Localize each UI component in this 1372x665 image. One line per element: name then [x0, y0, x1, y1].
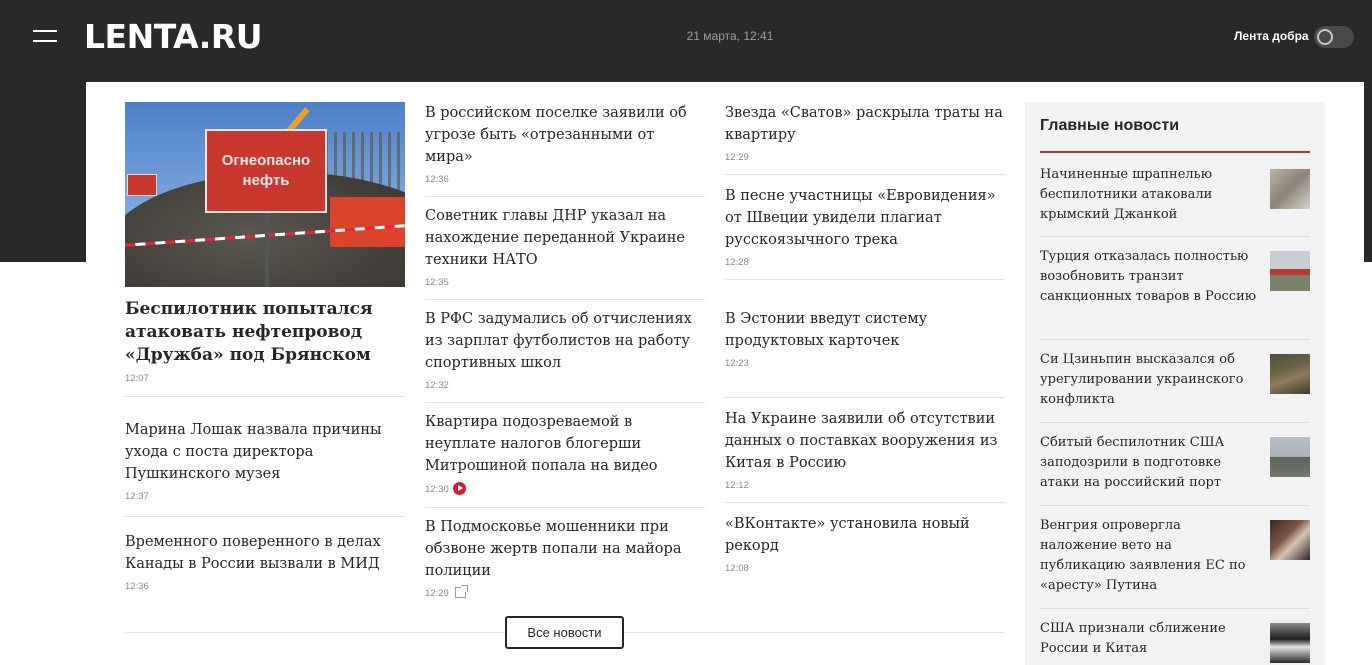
news-time: 12:32 — [425, 380, 449, 391]
news-thumbnail[interactable] — [1270, 354, 1310, 394]
news-time: 12:30 — [425, 484, 449, 496]
news-title[interactable]: В песне участницы «Евровидения» от Швеци… — [725, 185, 1005, 251]
hero-title[interactable]: Беспилотник попытался атаковать нефтепро… — [125, 298, 405, 367]
news-time: 12:29 — [725, 152, 749, 163]
divider — [425, 196, 705, 197]
news-time: 12:36 — [125, 581, 149, 592]
top-news-item[interactable]: Сбитый беспилотник США заподозрили в под… — [1040, 423, 1310, 506]
news-time: 12:07 — [125, 373, 149, 384]
divider — [425, 299, 705, 300]
list-item[interactable]: В Подмосковье мошенники при обзвоне жерт… — [425, 516, 705, 610]
list-item[interactable]: Марина Лошак назвала причины ухода с пос… — [125, 419, 405, 502]
news-time: 12:36 — [425, 174, 449, 185]
news-title[interactable]: «ВКонтакте» установила новый рекорд — [725, 513, 1005, 557]
top-news-title[interactable]: Венгрия опровергла наложение вето на пуб… — [1040, 516, 1260, 608]
divider — [125, 516, 405, 517]
news-time: 12:08 — [725, 563, 749, 574]
top-news-title[interactable]: Турция отказалась полностью возобновить … — [1040, 247, 1260, 339]
toggle-knob-icon — [1317, 29, 1333, 45]
external-link-icon — [454, 585, 468, 598]
divider — [725, 279, 1005, 280]
all-news-button[interactable]: Все новости — [505, 616, 624, 649]
top-news-title[interactable]: Сбитый беспилотник США заподозрили в под… — [1040, 433, 1260, 505]
news-time: 12:12 — [725, 480, 749, 491]
top-news-item[interactable]: США признали сближение России и Китая — [1040, 609, 1310, 665]
top-news-title[interactable]: США признали сближение России и Китая — [1040, 619, 1260, 665]
site-logo[interactable]: LENTA.RU — [84, 17, 263, 57]
news-title[interactable]: В российском поселке заявили об угрозе б… — [425, 102, 705, 168]
divider — [725, 502, 1005, 503]
hero-image[interactable]: Огнеопасно нефть — [125, 102, 405, 287]
hero-image-sign: Огнеопасно нефть — [205, 129, 327, 213]
news-time: 12:37 — [125, 491, 149, 502]
divider — [125, 396, 405, 397]
news-time: 12:29 — [425, 588, 449, 600]
site-header: LENTA.RU 21 марта, 12:41 Лента добра — [0, 0, 1372, 82]
news-title[interactable]: На Украине заявили об отсутствии данных … — [725, 408, 1005, 474]
news-time: 12:28 — [725, 257, 749, 268]
news-thumbnail[interactable] — [1270, 169, 1310, 209]
list-item[interactable]: В Эстонии введут систему продуктовых кар… — [725, 308, 1005, 397]
list-item[interactable]: Квартира подозреваемой в неуплате налого… — [425, 411, 705, 507]
news-title[interactable]: В РФС задумались об отчислениях из зарпл… — [425, 308, 705, 374]
list-item[interactable]: В российском поселке заявили об угрозе б… — [425, 102, 705, 196]
news-title[interactable]: Марина Лошак назвала причины ухода с пос… — [125, 419, 405, 485]
divider — [725, 397, 1005, 398]
divider — [425, 402, 705, 403]
news-time-row: 12:29 — [425, 585, 705, 600]
list-item[interactable]: В РФС задумались об отчислениях из зарпл… — [425, 308, 705, 402]
news-thumbnail[interactable] — [1270, 623, 1310, 663]
top-news-item[interactable]: Начиненные шрапнелью беспилотники атаков… — [1040, 153, 1310, 237]
divider — [725, 174, 1005, 175]
news-title[interactable]: Советник главы ДНР указал на нахождение … — [425, 205, 705, 271]
top-news-title[interactable]: Начиненные шрапнелью беспилотники атаков… — [1040, 165, 1260, 236]
top-news-sidebar: Главные новости Начиненные шрапнелью бес… — [1025, 102, 1325, 665]
news-title[interactable]: В Подмосковье мошенники при обзвоне жерт… — [425, 516, 705, 582]
news-time: 12:35 — [425, 277, 449, 288]
top-news-item[interactable]: Си Цзиньпин высказался об урегулировании… — [1040, 340, 1310, 423]
divider — [425, 507, 705, 508]
good-news-label: Лента добра — [1234, 29, 1309, 43]
news-thumbnail[interactable] — [1270, 520, 1310, 560]
top-news-title[interactable]: Си Цзиньпин высказался об урегулировании… — [1040, 350, 1260, 422]
list-item[interactable]: На Украине заявили об отсутствии данных … — [725, 408, 1005, 502]
hero-news[interactable]: Огнеопасно нефть Беспилотник попытался а… — [125, 102, 405, 384]
news-thumbnail[interactable] — [1270, 437, 1310, 477]
top-news-item[interactable]: Венгрия опровергла наложение вето на пуб… — [1040, 506, 1310, 609]
news-column-3: Звезда «Сватов» раскрыла траты на кварти… — [725, 102, 1005, 585]
news-time: 12:23 — [725, 358, 749, 369]
news-title[interactable]: Квартира подозреваемой в неуплате налого… — [425, 411, 705, 477]
news-title[interactable]: Звезда «Сватов» раскрыла траты на кварти… — [725, 102, 1005, 146]
list-item[interactable]: Звезда «Сватов» раскрыла траты на кварти… — [725, 102, 1005, 174]
news-column-2: В российском поселке заявили об угрозе б… — [425, 102, 705, 610]
sidebar-title: Главные новости — [1040, 102, 1310, 153]
news-time-row: 12:30 — [425, 482, 705, 496]
news-title[interactable]: Временного поверенного в делах Канады в … — [125, 531, 405, 575]
list-item[interactable]: Временного поверенного в делах Канады в … — [125, 531, 405, 592]
menu-icon[interactable] — [33, 30, 57, 44]
news-title[interactable]: В Эстонии введут систему продуктовых кар… — [725, 308, 1005, 352]
good-news-toggle[interactable] — [1314, 26, 1354, 48]
list-item[interactable]: «ВКонтакте» установила новый рекорд 12:0… — [725, 513, 1005, 585]
news-column-1: Огнеопасно нефть Беспилотник попытался а… — [125, 102, 405, 592]
top-news-item[interactable]: Турция отказалась полностью возобновить … — [1040, 237, 1310, 340]
video-play-icon — [452, 482, 466, 495]
news-thumbnail[interactable] — [1270, 251, 1310, 291]
current-datetime: 21 марта, 12:41 — [686, 29, 774, 43]
list-item[interactable]: Советник главы ДНР указал на нахождение … — [425, 205, 705, 299]
list-item[interactable]: В песне участницы «Евровидения» от Швеци… — [725, 185, 1005, 279]
